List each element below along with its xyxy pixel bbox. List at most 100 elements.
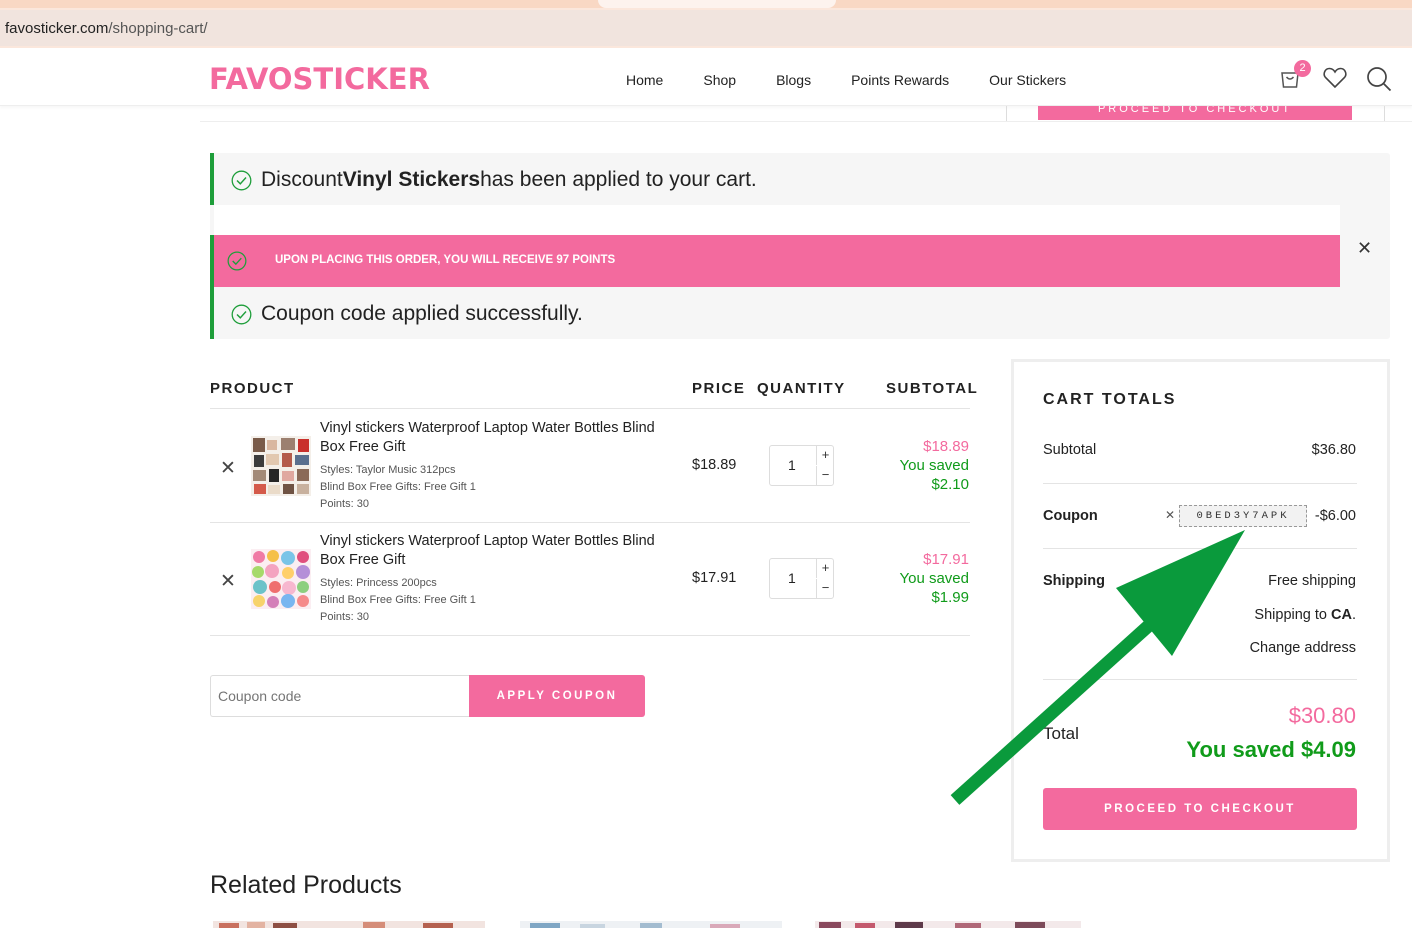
saved-label: You saved	[899, 457, 969, 474]
subtotal-value: $17.91	[923, 551, 969, 568]
decrease-qty-button[interactable]: −	[816, 466, 834, 485]
product-title-link[interactable]: Vinyl stickers Waterproof Laptop Water B…	[320, 419, 670, 457]
related-product-image[interactable]	[520, 918, 792, 928]
shipping-destination: Shipping to CA.	[1254, 607, 1356, 623]
site-logo[interactable]: FAVOSTICKER	[209, 62, 430, 96]
nav-shop[interactable]: Shop	[703, 72, 736, 88]
style-label: Styles:	[320, 577, 354, 589]
points-value: 30	[356, 611, 369, 623]
points-message: UPON PLACING THIS ORDER, YOU WILL RECEIV…	[275, 254, 616, 266]
nav-blogs[interactable]: Blogs	[776, 72, 811, 88]
gift-label: Blind Box Free Gifts:	[320, 481, 421, 493]
item-subtotal: $17.91 You saved $1.99	[899, 550, 969, 607]
product-thumbnail[interactable]	[251, 549, 311, 609]
increase-qty-button[interactable]: +	[816, 559, 834, 578]
remove-item-icon[interactable]: ✕	[220, 570, 236, 593]
shipping-method[interactable]: Free shipping	[1268, 573, 1356, 589]
discount-name: Vinyl Stickers	[342, 168, 481, 191]
sticky-checkout-button[interactable]: PROCEED TO CHECKOUT	[1038, 106, 1352, 120]
coupon-code-chip: 0BED3Y7APK	[1179, 505, 1307, 527]
url-text[interactable]: favosticker.com/shopping-cart/	[5, 20, 208, 37]
wishlist-heart-icon[interactable]	[1322, 66, 1348, 92]
points-label: Points:	[320, 611, 354, 623]
nav-points-rewards[interactable]: Points Rewards	[851, 72, 949, 88]
col-header-product: PRODUCT	[210, 380, 295, 397]
divider	[200, 121, 1412, 122]
search-icon[interactable]	[1366, 66, 1392, 92]
active-tab[interactable]	[598, 0, 836, 8]
product-thumbnail[interactable]	[251, 436, 311, 496]
check-circle-icon	[231, 170, 252, 191]
col-header-quantity: QUANTITY	[757, 380, 846, 397]
divider	[1043, 679, 1357, 680]
proceed-to-checkout-button[interactable]: PROCEED TO CHECKOUT	[1043, 788, 1357, 830]
col-header-price: PRICE	[692, 380, 746, 397]
change-address-link[interactable]: Change address	[1250, 640, 1356, 656]
divider	[1043, 483, 1357, 484]
saved-value: $1.99	[931, 589, 969, 606]
gift-value: Free Gift 1	[423, 594, 476, 606]
item-price: $17.91	[692, 570, 737, 586]
points-banner: UPON PLACING THIS ORDER, YOU WILL RECEIV…	[214, 235, 1340, 287]
points-label: Points:	[320, 498, 354, 510]
address-bar[interactable]: favosticker.com/shopping-cart/	[0, 10, 1412, 46]
notice-gap	[214, 205, 1340, 235]
saved-label: You saved	[899, 570, 969, 587]
divider	[210, 408, 970, 409]
shipping-region: CA	[1331, 607, 1352, 623]
shipping-to-suffix: .	[1351, 607, 1356, 623]
points-value: 30	[356, 498, 369, 510]
subtotal-amount: $36.80	[1311, 442, 1356, 458]
discount-suffix: has been applied to your cart.	[480, 168, 757, 191]
divider	[210, 635, 970, 636]
style-label: Styles:	[320, 464, 354, 476]
total-amount: $30.80	[1288, 703, 1356, 728]
decrease-qty-button[interactable]: −	[816, 579, 834, 598]
increase-qty-button[interactable]: +	[816, 446, 834, 465]
quantity-value[interactable]: 1	[788, 570, 796, 586]
product-meta: Styles: Taylor Music 312pcs Blind Box Fr…	[320, 462, 476, 513]
divider	[210, 522, 970, 523]
quantity-value[interactable]: 1	[788, 457, 796, 473]
remove-coupon-icon[interactable]: ✕	[1165, 508, 1175, 522]
related-product-image[interactable]	[213, 918, 485, 928]
subtotal-value: $18.89	[923, 438, 969, 455]
discount-notice: Discount Vinyl Stickers has been applied t…	[231, 168, 757, 192]
check-circle-icon	[231, 304, 252, 325]
product-title-link[interactable]: Vinyl stickers Waterproof Laptop Water B…	[320, 532, 670, 570]
remove-item-icon[interactable]: ✕	[220, 457, 236, 480]
col-header-subtotal: SUBTOTAL	[886, 380, 979, 397]
nav-home[interactable]: Home	[626, 72, 663, 88]
coupon-code-input[interactable]	[210, 675, 470, 717]
cart-count-badge: 2	[1294, 60, 1311, 77]
url-domain: favosticker.com	[5, 20, 109, 37]
main-nav: Home Shop Blogs Points Rewards Our Stick…	[626, 72, 1106, 88]
shipping-label: Shipping	[1043, 573, 1106, 589]
notice-accent	[210, 153, 214, 205]
nav-our-stickers[interactable]: Our Stickers	[989, 72, 1066, 88]
divider	[1384, 106, 1385, 122]
header-icons: 2	[1278, 60, 1392, 92]
coupon-label: Coupon	[1043, 508, 1098, 524]
related-product-image[interactable]	[815, 918, 1087, 928]
divider	[1006, 106, 1007, 122]
shipping-to-prefix: Shipping to	[1254, 607, 1332, 623]
gift-label: Blind Box Free Gifts:	[320, 594, 421, 606]
cart-icon[interactable]: 2	[1278, 60, 1311, 92]
sticky-checkout-label: PROCEED TO CHECKOUT	[1097, 106, 1293, 115]
url-path: /shopping-cart/	[108, 20, 208, 37]
style-value: Princess 200pcs	[356, 577, 437, 589]
browser-chrome: favosticker.com/shopping-cart/	[0, 0, 1412, 48]
quantity-stepper[interactable]: 1 + −	[769, 558, 834, 599]
divider	[1043, 548, 1357, 549]
product-meta: Styles: Princess 200pcs Blind Box Free G…	[320, 575, 476, 626]
item-price: $18.89	[692, 457, 737, 473]
saved-value: $2.10	[931, 476, 969, 493]
quantity-stepper[interactable]: 1 + −	[769, 445, 834, 486]
check-circle-icon	[227, 251, 247, 271]
related-products-heading: Related Products	[210, 871, 402, 899]
close-icon[interactable]: ✕	[1357, 238, 1372, 259]
coupon-applied-notice: Coupon code applied successfully.	[231, 302, 583, 326]
total-label: Total	[1043, 724, 1079, 743]
apply-coupon-button[interactable]: APPLY COUPON	[469, 675, 645, 717]
